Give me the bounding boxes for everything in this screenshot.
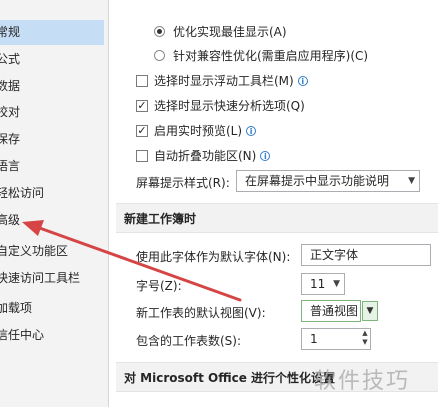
general-options-panel: 优化实现最佳显示(A) 针对兼容性优化(需重启应用程序)(C) 选择时显示浮动工… (110, 0, 441, 407)
checkbox-checked-icon[interactable]: ✓ (136, 99, 148, 112)
font-size-value: 11 (310, 277, 326, 291)
sidebar-item-advanced[interactable]: 高级 (0, 208, 104, 233)
radio-compatibility-label: 针对兼容性优化(需重启应用程序)(C) (173, 49, 369, 63)
radio-best-display[interactable]: 优化实现最佳显示(A) (154, 23, 287, 40)
sidebar-item-trust-center[interactable]: 信任中心 (0, 323, 104, 348)
check-mini-toolbar[interactable]: 选择时显示浮动工具栏(M) i (136, 72, 308, 89)
screentip-select[interactable]: 在屏幕提示中显示功能说明 ▼ (236, 170, 420, 192)
spinner-arrows-icon[interactable]: ▲ ▼ (360, 329, 370, 349)
sidebar-item-data[interactable]: 数据 (0, 74, 104, 99)
radio-compatibility[interactable]: 针对兼容性优化(需重启应用程序)(C) (154, 47, 368, 64)
radio-best-display-label: 优化实现最佳显示(A) (173, 25, 287, 39)
sheet-count-spinner[interactable]: 1 ▲ ▼ (301, 328, 371, 350)
check-live-preview-label: 启用实时预览(L) (154, 124, 243, 138)
checkbox-unchecked-icon[interactable] (136, 74, 148, 87)
check-live-preview[interactable]: ✓ 启用实时预览(L) i (136, 122, 257, 139)
sidebar-item-proofing[interactable]: 校对 (0, 100, 104, 125)
sidebar-item-general[interactable]: 常规 (0, 20, 104, 45)
check-mini-toolbar-label: 选择时显示浮动工具栏(M) (154, 74, 294, 88)
sidebar-item-quick-access-toolbar[interactable]: 快速访问工具栏 (0, 266, 104, 291)
sidebar-item-ease-of-access[interactable]: 轻松访问 (0, 181, 104, 206)
sheet-count-value: 1 (310, 332, 318, 346)
options-sidebar: 常规 公式 数据 校对 保存 语言 轻松访问 高级 自定义功能区 快速访问工具栏… (0, 0, 109, 407)
chevron-down-icon[interactable]: ▼ (362, 301, 378, 321)
radio-selected-icon[interactable] (154, 26, 165, 37)
screentip-label: 屏幕提示样式(R): (136, 176, 230, 190)
info-icon: i (260, 150, 271, 161)
default-font-value: 正文字体 (310, 248, 359, 262)
checkbox-unchecked-icon[interactable] (136, 149, 148, 162)
screentip-value: 在屏幕提示中显示功能说明 (245, 174, 390, 188)
info-icon: i (297, 75, 308, 86)
radio-unselected-icon[interactable] (154, 50, 165, 61)
default-font-label: 使用此字体作为默认字体(N): (136, 250, 291, 264)
font-size-select[interactable]: 11 ▼ (301, 273, 345, 295)
sheet-count-label: 包含的工作表数(S): (136, 334, 242, 348)
default-view-label: 新工作表的默认视图(V): (136, 306, 266, 320)
sidebar-item-formulas[interactable]: 公式 (0, 47, 104, 72)
default-font-select[interactable]: 正文字体 (301, 244, 431, 266)
sidebar-item-language[interactable]: 语言 (0, 154, 104, 179)
sidebar-item-save[interactable]: 保存 (0, 127, 104, 152)
check-quick-analysis-label: 选择时显示快速分析选项(Q) (154, 99, 305, 113)
default-view-select[interactable]: 普通视图 (301, 300, 361, 322)
section-new-workbook: 新建工作簿时 (116, 203, 438, 233)
check-collapse-ribbon[interactable]: 自动折叠功能区(N) i (136, 147, 271, 164)
checkbox-checked-icon[interactable]: ✓ (136, 124, 148, 137)
chevron-down-icon[interactable]: ▼ (333, 274, 340, 294)
check-collapse-ribbon-label: 自动折叠功能区(N) (154, 149, 257, 163)
watermark-text: 软件技巧 (314, 369, 411, 394)
sidebar-item-customize-ribbon[interactable]: 自定义功能区 (0, 239, 104, 264)
check-quick-analysis[interactable]: ✓ 选择时显示快速分析选项(Q) (136, 97, 305, 114)
sidebar-item-add-ins[interactable]: 加载项 (0, 296, 104, 321)
info-icon: i (246, 125, 257, 136)
font-size-label: 字号(Z): (136, 279, 182, 293)
chevron-down-icon[interactable]: ▼ (408, 171, 415, 191)
default-view-value: 普通视图 (310, 304, 359, 318)
